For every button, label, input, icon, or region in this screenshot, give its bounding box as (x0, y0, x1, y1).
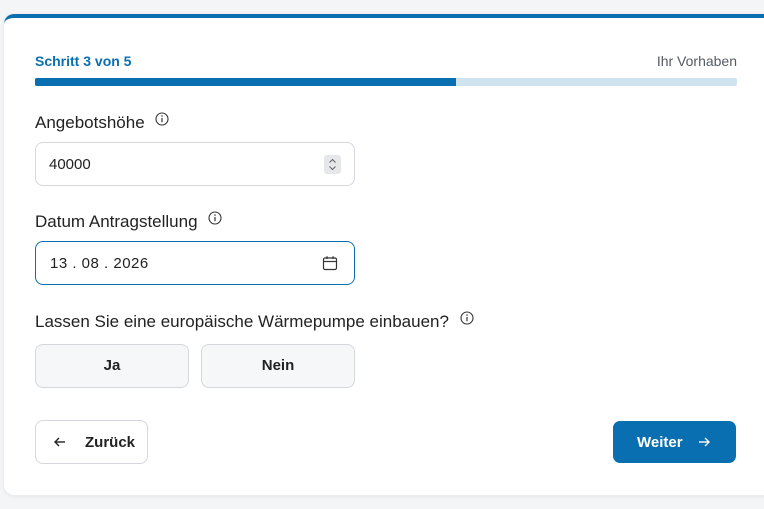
calendar-icon[interactable] (322, 255, 338, 271)
section-title: Ihr Vorhaben (656, 53, 737, 69)
info-icon[interactable] (460, 311, 474, 325)
back-button[interactable]: Zurück (35, 420, 148, 464)
next-button[interactable]: Weiter (613, 421, 736, 463)
info-icon[interactable] (155, 112, 169, 126)
heat-pump-question-row: Lassen Sie eine europäische Wärmepumpe e… (35, 311, 474, 332)
back-button-label: Zurück (85, 434, 136, 451)
offer-amount-input[interactable]: 40000 (35, 142, 355, 186)
progress-bar (35, 78, 737, 86)
application-date-input[interactable]: 13 . 08 . 2026 (35, 241, 355, 285)
arrow-right-icon (699, 437, 710, 447)
stepper-arrows-icon (329, 158, 336, 171)
step-indicator: Schritt 3 von 5 (35, 53, 132, 69)
application-date-label: Datum Antragstellung (35, 212, 198, 231)
no-button[interactable]: Nein (201, 344, 355, 388)
heat-pump-question-label: Lassen Sie eine europäische Wärmepumpe e… (35, 312, 449, 331)
number-stepper[interactable] (324, 155, 341, 174)
offer-amount-label: Angebotshöhe (35, 113, 145, 132)
yes-button[interactable]: Ja (35, 344, 189, 388)
info-icon[interactable] (208, 211, 222, 225)
next-button-label: Weiter (637, 434, 683, 451)
application-date-label-row: Datum Antragstellung (35, 211, 222, 232)
application-date-value: 13 . 08 . 2026 (50, 255, 149, 272)
step-header: Schritt 3 von 5 Ihr Vorhaben (35, 53, 737, 71)
arrow-left-icon (54, 437, 65, 447)
progress-bar-fill (35, 78, 457, 86)
offer-amount-label-row: Angebotshöhe (35, 112, 169, 133)
offer-amount-value: 40000 (49, 156, 91, 173)
